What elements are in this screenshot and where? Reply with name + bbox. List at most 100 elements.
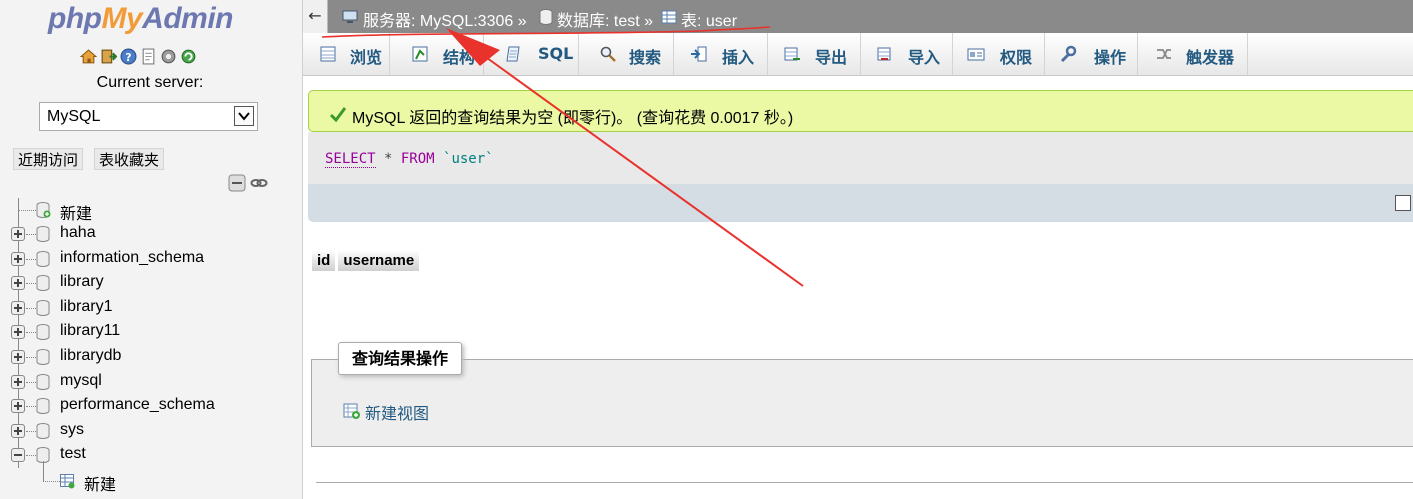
expand-icon[interactable]: [11, 350, 25, 364]
success-message: MySQL 返回的查询结果为空 (即零行)。 (查询花费 0.0017 秒。): [308, 90, 1413, 132]
tree-item-label: information_schema: [60, 248, 205, 266]
sql-table-name: `user`: [434, 151, 494, 167]
column-header-id[interactable]: id: [312, 250, 336, 271]
create-view-label: 新建视图: [365, 404, 430, 423]
tree-controls: [228, 174, 268, 192]
database-icon: [36, 349, 51, 365]
result-table-header: id username: [312, 250, 420, 271]
success-message-text: MySQL 返回的查询结果为空 (即零行)。 (查询花费 0.0017 秒。): [352, 110, 794, 127]
search-icon: [599, 45, 617, 63]
tab-structure[interactable]: 结构: [390, 33, 484, 75]
breadcrumb-table[interactable]: 表: user: [681, 7, 737, 31]
browse-icon: [319, 45, 337, 63]
current-server-label: Current server:: [96, 74, 204, 91]
profiling-checkbox[interactable]: [1395, 195, 1411, 211]
new-table-icon: [60, 473, 75, 489]
export-icon: [783, 45, 801, 63]
expand-icon[interactable]: [11, 227, 25, 241]
link-icon[interactable]: [250, 174, 268, 192]
tree-item-label: library1: [60, 297, 113, 315]
database-icon: [36, 422, 51, 439]
recent-tables-button[interactable]: 近期访问: [13, 148, 84, 170]
chevron-down-icon[interactable]: [234, 106, 254, 126]
breadcrumb-database[interactable]: 数据库: test »: [557, 7, 653, 31]
expand-icon[interactable]: [11, 300, 25, 315]
database-icon: [36, 250, 51, 267]
tree-item-library1[interactable]: library1: [0, 296, 300, 320]
expand-icon[interactable]: [11, 399, 25, 414]
table-icon: [661, 9, 677, 25]
tree-item-new-database[interactable]: 新建: [0, 198, 300, 223]
database-icon: [36, 373, 51, 390]
tree-item-label: test: [60, 445, 86, 463]
tab-browse[interactable]: 浏览: [303, 33, 390, 75]
structure-icon: [411, 45, 429, 63]
tree-item-test[interactable]: test: [0, 443, 300, 467]
sql-query: SELECT * FROM `user`: [325, 151, 494, 168]
breadcrumb-server[interactable]: 服务器: MySQL:3306 »: [363, 7, 527, 31]
breadcrumb: ← 服务器: MySQL:3306 » 数据库: test » 表: user: [303, 0, 1413, 33]
database-icon: [36, 324, 51, 341]
create-view-icon: [343, 402, 361, 420]
database-icon: [538, 9, 554, 25]
tree-item-label: performance_schema: [60, 396, 215, 414]
tree-item-haha[interactable]: haha: [0, 222, 300, 246]
sql-star: *: [375, 151, 401, 167]
tab-export[interactable]: 导出: [768, 33, 861, 75]
tab-operations[interactable]: 操作: [1045, 33, 1138, 75]
nav-icon-bar: ?: [80, 48, 197, 65]
expand-icon[interactable]: [11, 276, 25, 291]
tab-sql[interactable]: SQL: [484, 33, 579, 75]
database-icon: [36, 275, 51, 292]
expand-icon[interactable]: [11, 325, 25, 340]
tree-item-label: 新建: [84, 477, 117, 494]
table-tab-bar: 浏览 结构 SQL 搜索 插入 导出 导入 权限 操作 触发器: [303, 33, 1413, 76]
tab-insert[interactable]: 插入: [674, 33, 768, 75]
collapse-all-icon[interactable]: [228, 174, 246, 192]
help-icon[interactable]: ?: [120, 48, 137, 65]
tab-import[interactable]: 导入: [861, 33, 953, 75]
divider: [316, 482, 1413, 483]
expand-icon[interactable]: [11, 251, 25, 266]
query-results-operations: [311, 359, 1413, 447]
collapse-icon[interactable]: [11, 448, 25, 463]
sql-keyword-from: FROM: [400, 151, 435, 167]
docs-icon[interactable]: [140, 48, 157, 65]
sql-keyword-select[interactable]: SELECT: [325, 151, 376, 168]
tree-item-sys[interactable]: sys: [0, 419, 300, 443]
back-button[interactable]: ←: [303, 0, 328, 33]
column-header-username[interactable]: username: [338, 250, 420, 271]
reload-icon[interactable]: [180, 48, 197, 65]
operations-icon: [1059, 45, 1077, 63]
exit-icon[interactable]: [100, 48, 117, 65]
tab-search[interactable]: 搜索: [579, 33, 674, 75]
server-select[interactable]: MySQL: [39, 102, 258, 131]
settings-icon[interactable]: [160, 48, 177, 65]
tree-item-label: sys: [60, 420, 84, 438]
database-icon: [36, 226, 51, 242]
tree-item-label: 新建: [60, 206, 93, 223]
home-icon[interactable]: [80, 48, 97, 65]
server-icon: [342, 9, 358, 25]
tree-item-library[interactable]: library: [0, 271, 300, 295]
tree-item-library11[interactable]: library11: [0, 320, 300, 344]
import-icon: [876, 45, 894, 63]
checkmark-icon: [329, 107, 347, 122]
expand-icon[interactable]: [11, 423, 25, 438]
tab-privileges[interactable]: 权限: [953, 33, 1045, 75]
tree-item-librarydb[interactable]: librarydb: [0, 345, 300, 369]
sql-query-box: SELECT * FROM `user`: [308, 132, 1413, 184]
phpmyadmin-logo[interactable]: phpMyAdmin: [48, 2, 233, 36]
favorite-tables-button[interactable]: 表收藏夹: [94, 148, 165, 170]
tree-item-performance-schema[interactable]: performance_schema: [0, 394, 300, 418]
database-icon: [36, 299, 51, 316]
tab-triggers[interactable]: 触发器: [1138, 33, 1248, 75]
expand-icon[interactable]: [11, 374, 25, 389]
new-database-icon: [36, 202, 51, 218]
tree-item-new-table[interactable]: 新建: [0, 461, 300, 494]
insert-icon: [690, 45, 708, 63]
database-icon: [36, 398, 51, 415]
tree-item-mysql[interactable]: mysql: [0, 370, 300, 394]
query-results-operations-legend: 查询结果操作: [338, 342, 463, 375]
tree-item-information-schema[interactable]: information_schema: [0, 247, 300, 271]
